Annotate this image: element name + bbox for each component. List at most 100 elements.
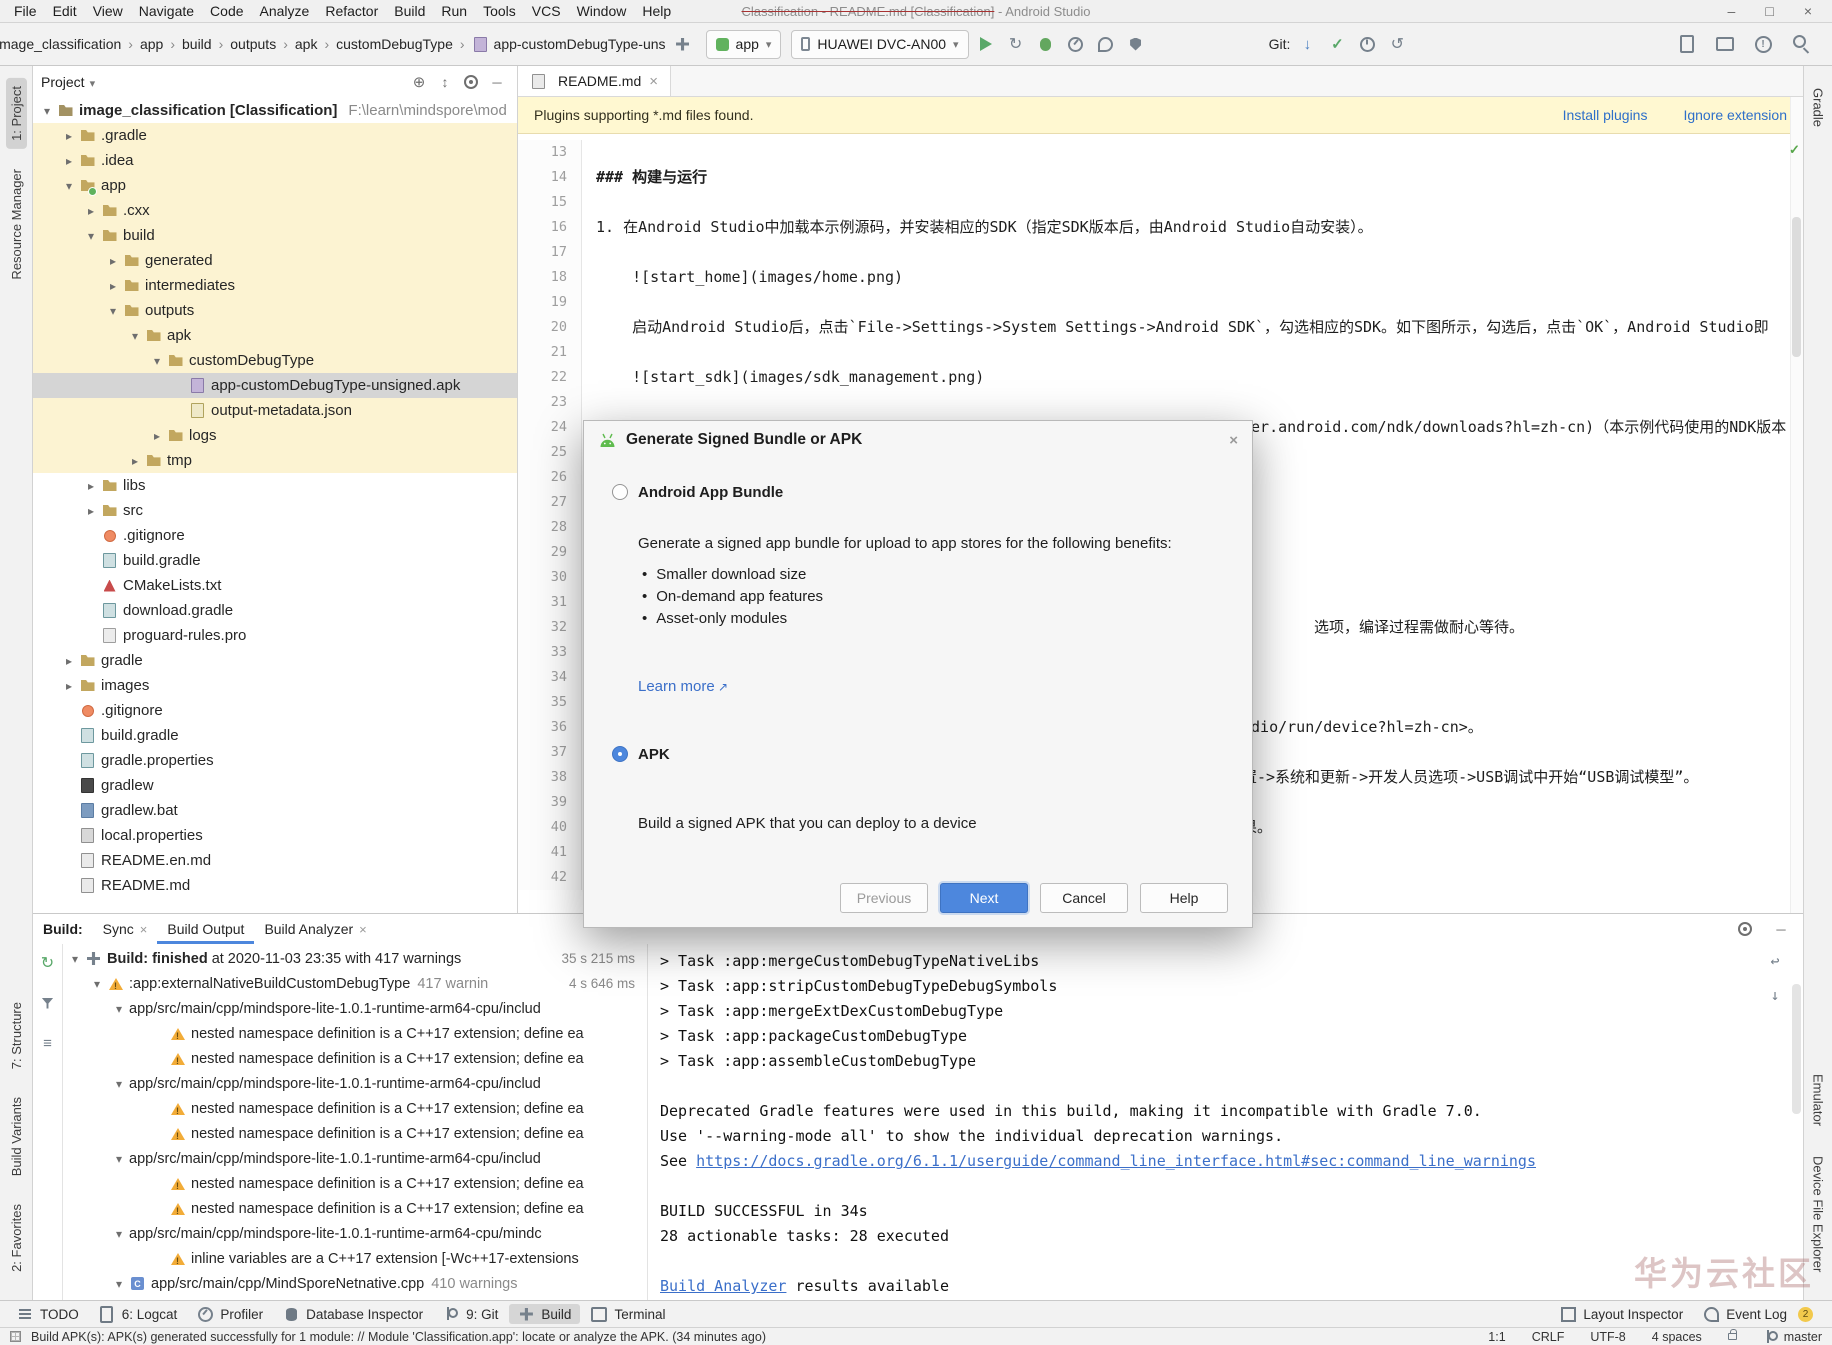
editor-tab-readme[interactable]: README.md [518, 66, 671, 96]
coverage-icon[interactable] [1123, 31, 1149, 57]
tree-expand-icon[interactable] [59, 179, 79, 193]
build-tree-item[interactable]: app/src/main/cpp/mindspore-lite-1.0.1-ru… [63, 996, 647, 1021]
build-tree-item[interactable]: app/src/main/cpp/MindSporeNetnative.cpp … [63, 1271, 647, 1296]
project-tree-item[interactable]: .idea [33, 148, 517, 173]
build-tree-item[interactable]: nested namespace definition is a C++17 e… [63, 1196, 647, 1221]
breadcrumb-item[interactable]: customDebugType [317, 36, 453, 52]
tree-expand-icon[interactable] [81, 204, 101, 218]
toggle-toolwindows-icon[interactable] [10, 1331, 21, 1342]
avd-manager-icon[interactable] [1712, 31, 1738, 57]
expand-all-icon[interactable] [36, 1032, 60, 1054]
filter-icon[interactable] [36, 992, 60, 1014]
build-tab[interactable]: Sync [93, 914, 158, 944]
tree-expand-icon[interactable] [59, 679, 79, 693]
build-tree-item[interactable]: app/src/main/cpp/mindspore-lite-1.0.1-ru… [63, 1221, 647, 1246]
radio-selected-icon[interactable] [612, 746, 628, 762]
breadcrumb-item[interactable]: app-customDebugType-uns [453, 36, 666, 52]
tool-button-structure[interactable]: 7: Structure [6, 994, 27, 1077]
tool-button-resource-manager[interactable]: Resource Manager [6, 161, 27, 288]
install-plugins-link[interactable]: Install plugins [1563, 107, 1648, 123]
rerun-build-icon[interactable] [36, 952, 60, 974]
tree-expand-icon[interactable] [125, 329, 145, 343]
settings-icon[interactable] [1733, 918, 1757, 940]
radio-unselected-icon[interactable] [612, 484, 628, 500]
apply-changes-icon[interactable] [1003, 31, 1029, 57]
project-tree-item[interactable]: gradle [33, 648, 517, 673]
tree-expand-icon[interactable] [103, 254, 123, 268]
tool-window-button[interactable]: Terminal [582, 1304, 674, 1324]
tree-expand-icon[interactable] [87, 977, 107, 991]
hide-icon[interactable] [1769, 918, 1793, 940]
editor-line[interactable]: 18 ![start_home](images/home.png) [518, 265, 1803, 290]
project-tree-item[interactable]: image_classification [Classification] F:… [33, 98, 517, 123]
project-tree-item[interactable]: libs [33, 473, 517, 498]
run-icon[interactable] [973, 31, 999, 57]
status-widget[interactable]: 1:1 [1488, 1330, 1505, 1344]
build-tree-item[interactable]: nested namespace definition is a C++17 e… [63, 1171, 647, 1196]
tool-window-button[interactable]: Layout Inspector [1551, 1304, 1692, 1324]
build-tree-item[interactable]: nested namespace definition is a C++17 e… [63, 1121, 647, 1146]
project-tree-item[interactable]: .cxx [33, 198, 517, 223]
build-tab[interactable]: Build Output [157, 914, 254, 944]
rollback-icon[interactable] [1384, 31, 1410, 57]
debug-icon[interactable] [1033, 31, 1059, 57]
project-tree-item[interactable]: local.properties [33, 823, 517, 848]
locate-icon[interactable] [407, 71, 431, 93]
editor-line[interactable]: 20 启动Android Studio后，点击`File->Settings->… [518, 315, 1803, 340]
project-tree-item[interactable]: build.gradle [33, 723, 517, 748]
project-tree-item[interactable]: customDebugType [33, 348, 517, 373]
editor-line[interactable]: 13 [518, 140, 1803, 165]
build-tree-item[interactable]: app/src/main/cpp/mindspore-lite-1.0.1-ru… [63, 1146, 647, 1171]
project-panel-title[interactable]: Project [41, 74, 85, 90]
project-tree-item[interactable]: apk [33, 323, 517, 348]
device-select[interactable]: HUAWEI DVC-AN00 [791, 29, 969, 59]
maximize-icon[interactable] [1765, 3, 1773, 19]
attach-debugger-icon[interactable] [1093, 31, 1119, 57]
tool-button-build-variants[interactable]: Build Variants [6, 1089, 27, 1184]
tool-window-button[interactable]: Event Log 2 [1694, 1304, 1822, 1324]
tool-button-emulator[interactable]: Emulator [1808, 1066, 1829, 1134]
tree-expand-icon[interactable] [125, 454, 145, 468]
settings-icon[interactable] [459, 71, 483, 93]
tree-expand-icon[interactable] [81, 504, 101, 518]
editor-line[interactable]: 21 [518, 340, 1803, 365]
editor-scrollbar[interactable] [1790, 97, 1803, 913]
breadcrumb-item[interactable]: apk [276, 36, 318, 52]
android-app-bundle-option[interactable]: Android App Bundle [612, 483, 1224, 501]
breadcrumb-item[interactable]: build [163, 36, 212, 52]
project-tree-item[interactable]: images [33, 673, 517, 698]
build-tree-item[interactable]: nested namespace definition is a C++17 e… [63, 1096, 647, 1121]
project-tree-item[interactable]: gradlew.bat [33, 798, 517, 823]
tree-expand-icon[interactable] [59, 154, 79, 168]
build-tree-item[interactable]: nested namespace definition is a C++17 e… [63, 1021, 647, 1046]
device-manager-icon[interactable] [1674, 31, 1700, 57]
collapse-all-icon[interactable] [433, 71, 457, 93]
menu-item[interactable]: Navigate [131, 0, 202, 22]
tool-window-button[interactable]: Database Inspector [274, 1304, 432, 1324]
menu-item[interactable]: File [6, 0, 45, 22]
tab-close-icon[interactable] [647, 73, 658, 90]
update-project-icon[interactable] [1294, 31, 1320, 57]
project-tree-item[interactable]: logs [33, 423, 517, 448]
project-tree-item[interactable]: build.gradle [33, 548, 517, 573]
tree-expand-icon[interactable] [103, 279, 123, 293]
project-tree-item[interactable]: intermediates [33, 273, 517, 298]
menu-item[interactable]: Analyze [252, 0, 318, 22]
project-tree-item[interactable]: build [33, 223, 517, 248]
project-tree-item[interactable]: proguard-rules.pro [33, 623, 517, 648]
minimize-icon[interactable] [1728, 3, 1736, 19]
tree-expand-icon[interactable] [147, 429, 167, 443]
project-tree-item[interactable]: generated [33, 248, 517, 273]
console-link[interactable]: https://docs.gradle.org/6.1.1/userguide/… [696, 1152, 1536, 1170]
tree-expand-icon[interactable] [59, 129, 79, 143]
breadcrumb-item[interactable]: app [121, 36, 163, 52]
tool-window-button[interactable]: Build [509, 1304, 581, 1324]
previous-button[interactable]: Previous [840, 883, 928, 913]
close-icon[interactable] [1804, 3, 1812, 19]
editor-line[interactable]: 14 ### 构建与运行 [518, 165, 1803, 190]
editor-line[interactable]: 17 [518, 240, 1803, 265]
menu-item[interactable]: View [85, 0, 131, 22]
breadcrumb-item[interactable]: image_classification [0, 36, 121, 52]
editor-line[interactable]: 15 [518, 190, 1803, 215]
help-button[interactable]: Help [1140, 883, 1228, 913]
